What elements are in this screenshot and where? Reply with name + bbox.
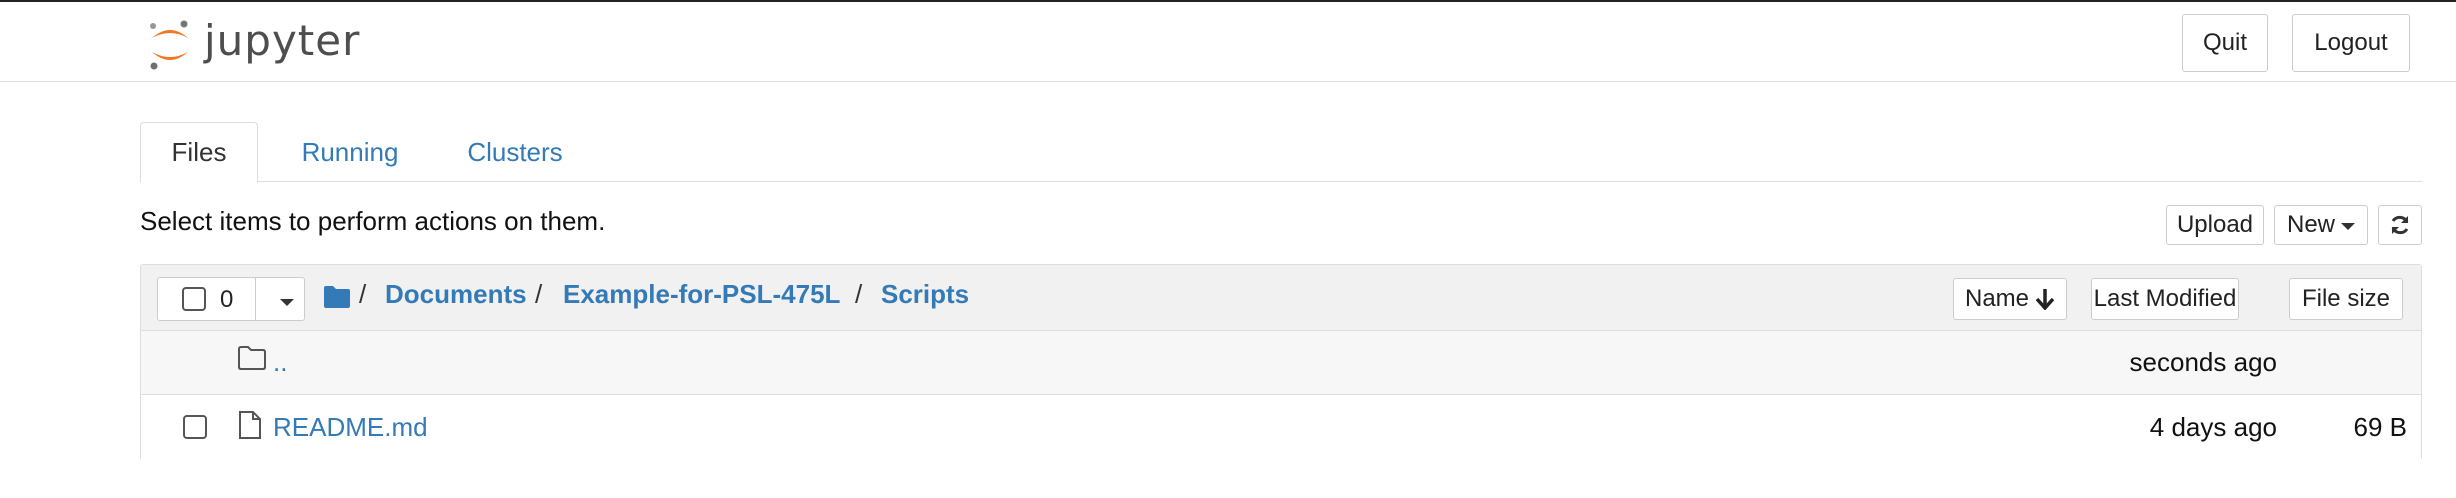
quit-button[interactable]: Quit bbox=[2182, 14, 2268, 72]
folder-icon[interactable] bbox=[323, 285, 351, 309]
refresh-icon bbox=[2391, 215, 2409, 235]
breadcrumb-separator: / bbox=[855, 279, 863, 309]
logout-button[interactable]: Logout bbox=[2292, 14, 2410, 72]
file-list-panel: 0 / Documents / Example-for-PSL-475L / S… bbox=[140, 264, 2422, 460]
tab-running[interactable]: Running bbox=[270, 122, 430, 182]
selection-hint: Select items to perform actions on them. bbox=[140, 206, 606, 236]
file-icon bbox=[239, 411, 261, 439]
folder-outline-icon bbox=[238, 346, 266, 370]
jupyter-logo-icon bbox=[150, 20, 188, 70]
select-all-control[interactable]: 0 bbox=[157, 277, 305, 321]
sort-by-modified-button[interactable]: Last Modified bbox=[2091, 278, 2239, 320]
list-item[interactable]: README.md 4 days ago 69 B bbox=[141, 396, 2421, 460]
breadcrumb-separator: / bbox=[535, 279, 543, 309]
tab-bar: Files Running Clusters bbox=[140, 122, 2422, 183]
item-name-link[interactable]: .. bbox=[273, 347, 287, 378]
refresh-button[interactable] bbox=[2378, 205, 2422, 245]
item-modified: 4 days ago bbox=[2149, 412, 2277, 442]
new-button-label: New bbox=[2286, 211, 2335, 238]
breadcrumb-documents[interactable]: Documents bbox=[385, 279, 527, 310]
item-name-link[interactable]: README.md bbox=[273, 412, 428, 443]
tab-clusters[interactable]: Clusters bbox=[440, 122, 590, 182]
item-modified: seconds ago bbox=[2129, 347, 2277, 377]
select-all-checkbox[interactable] bbox=[182, 287, 206, 311]
selected-count: 0 bbox=[220, 286, 234, 313]
item-size: 69 B bbox=[2353, 412, 2408, 442]
breadcrumb-separator: / bbox=[359, 279, 367, 309]
jupyter-logo[interactable]: jupyter bbox=[146, 14, 366, 74]
logo-text: jupyter bbox=[204, 15, 361, 65]
tab-files[interactable]: Files bbox=[140, 122, 258, 183]
upload-button[interactable]: Upload bbox=[2166, 205, 2264, 245]
sort-by-name-button[interactable]: Name bbox=[1953, 278, 2067, 320]
breadcrumb-scripts[interactable]: Scripts bbox=[881, 279, 969, 310]
selection-menu-chevron-icon[interactable] bbox=[280, 299, 294, 306]
new-button[interactable]: New bbox=[2274, 205, 2368, 245]
arrow-down-icon bbox=[2035, 289, 2055, 310]
item-checkbox[interactable] bbox=[183, 415, 207, 439]
file-list-header: 0 / Documents / Example-for-PSL-475L / S… bbox=[141, 265, 2421, 331]
sort-name-label: Name bbox=[1964, 285, 2030, 312]
list-item[interactable]: .. seconds ago bbox=[141, 331, 2421, 395]
breadcrumb-example-for-psl-475l[interactable]: Example-for-PSL-475L bbox=[563, 279, 840, 310]
sort-by-size-button[interactable]: File size bbox=[2289, 278, 2403, 320]
select-divider bbox=[255, 278, 256, 320]
header: jupyter Quit Logout bbox=[0, 2, 2456, 82]
chevron-down-icon bbox=[2341, 222, 2355, 230]
